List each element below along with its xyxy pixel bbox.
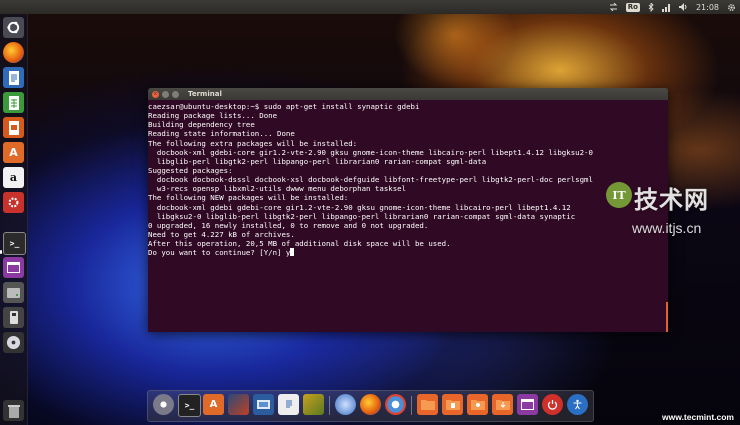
maximize-icon[interactable] — [172, 90, 179, 98]
folder-icon[interactable] — [417, 394, 438, 415]
wrench-gear-icon[interactable] — [3, 192, 24, 213]
usb-icon[interactable] — [3, 307, 24, 328]
document-icon[interactable] — [278, 394, 299, 415]
unity-launcher: A a >_ — [0, 14, 28, 425]
terminal-line: libglib-perl libgtk2-perl libpango-perl … — [148, 156, 487, 166]
volume-icon[interactable] — [678, 0, 688, 14]
terminal-line: Reading state information... Done — [148, 129, 295, 139]
folder-icon[interactable] — [442, 394, 463, 415]
terminal-line: Reading package lists... Done — [148, 111, 278, 121]
power-icon[interactable] — [542, 394, 563, 415]
terminal-titlebar[interactable]: × Terminal — [148, 88, 668, 100]
terminal-window[interactable]: × Terminal caezsar@ubuntu-desktop:~$ sud… — [148, 88, 668, 332]
terminal-line: The following NEW packages will be insta… — [148, 193, 349, 203]
workspace-icon[interactable] — [517, 394, 538, 415]
terminal-icon[interactable]: >_ — [3, 232, 26, 255]
watermark-url: www.itjs.cn — [632, 220, 702, 236]
firefox-icon[interactable] — [3, 42, 24, 63]
gear-icon[interactable] — [727, 0, 736, 14]
watermark-logo-icon: IT — [606, 182, 632, 208]
mail-icon[interactable] — [335, 394, 356, 415]
scrollbar-indicator[interactable] — [666, 302, 668, 332]
accessibility-icon[interactable] — [567, 394, 588, 415]
terminal-line: Need to get 4.227 kB of archives. — [148, 229, 295, 239]
terminal-line: Building dependency tree — [148, 120, 255, 130]
terminal-line: caezsar@ubuntu-desktop:~$ sudo apt-get i… — [148, 102, 420, 111]
network-icon[interactable] — [661, 0, 671, 14]
terminal-title: Terminal — [188, 90, 222, 98]
terminal-line: After this operation, 20,5 MB of additio… — [148, 239, 451, 249]
shopping-bag-icon[interactable]: A — [203, 394, 224, 415]
bluetooth-icon[interactable] — [648, 0, 654, 14]
terminal-line: libgksu2-0 libglib-perl libgtk2-perl lib… — [148, 211, 576, 221]
top-panel: Ro 21:08 — [0, 0, 740, 14]
close-icon[interactable]: × — [152, 90, 159, 98]
clock[interactable]: 21:08 — [696, 0, 719, 14]
workspace-icon[interactable] — [3, 257, 24, 278]
terminal-icon[interactable]: >_ — [178, 394, 201, 417]
text-cursor — [290, 248, 295, 257]
transfer-icon[interactable] — [609, 0, 618, 14]
running-indicator — [0, 250, 2, 254]
watermark-logo-letter: IT — [612, 188, 626, 202]
dock-separator — [411, 396, 412, 415]
ubuntu-logo-icon[interactable] — [153, 394, 174, 415]
terminal-line: 0 upgraded, 16 newly installed, 0 to rem… — [148, 220, 429, 230]
shopping-bag-icon[interactable]: A — [3, 142, 24, 163]
cdrom-icon[interactable] — [3, 332, 24, 353]
ubuntu-logo-icon[interactable] — [3, 17, 24, 38]
terminal-output[interactable]: caezsar@ubuntu-desktop:~$ sudo apt-get i… — [148, 100, 668, 332]
terminal-line: Suggested packages: — [148, 165, 233, 175]
folder-icon[interactable] — [492, 394, 513, 415]
minimize-icon[interactable] — [162, 90, 169, 98]
dock: >_ A — [147, 390, 594, 422]
browser-icon[interactable] — [385, 394, 406, 415]
image-icon[interactable] — [303, 394, 324, 415]
firefox-icon[interactable] — [360, 394, 381, 415]
terminal-prompt-text: Do you want to continue? [Y/n] y — [148, 248, 291, 258]
keyboard-layout-label: Ro — [625, 2, 640, 12]
amazon-icon[interactable]: a — [3, 167, 24, 188]
presentation-icon[interactable] — [3, 117, 24, 138]
trash-icon[interactable] — [3, 400, 24, 421]
terminal-line: docbook-xml gdebi-core gir1.2-vte-2.90 g… — [148, 147, 593, 157]
site-watermark-logo: IT 技术网 www.itjs.cn — [606, 176, 728, 246]
keyboard-layout-indicator[interactable]: Ro — [625, 0, 640, 14]
terminal-line: docbook-xml gdebi gdebi-core gir1.2-vte-… — [148, 202, 571, 212]
tecmint-watermark: www.tecmint.com — [662, 412, 734, 422]
terminal-line: docbook docbook-dsssl docbook-xsl docboo… — [148, 175, 593, 185]
spreadsheet-icon[interactable] — [3, 92, 24, 113]
document-icon[interactable] — [3, 67, 24, 88]
folder-icon[interactable] — [467, 394, 488, 415]
screenshot-icon[interactable] — [253, 394, 274, 415]
terminal-prompt-line: Do you want to continue? [Y/n] y — [148, 248, 668, 257]
photos-icon[interactable] — [228, 394, 249, 415]
terminal-line: w3-recs opensp libxml2-utils dwww menu d… — [148, 184, 407, 194]
disk-icon[interactable] — [3, 282, 24, 303]
dock-separator — [329, 396, 330, 415]
terminal-line: The following extra packages will be ins… — [148, 138, 358, 148]
watermark-cn-text: 技术网 — [634, 186, 709, 214]
